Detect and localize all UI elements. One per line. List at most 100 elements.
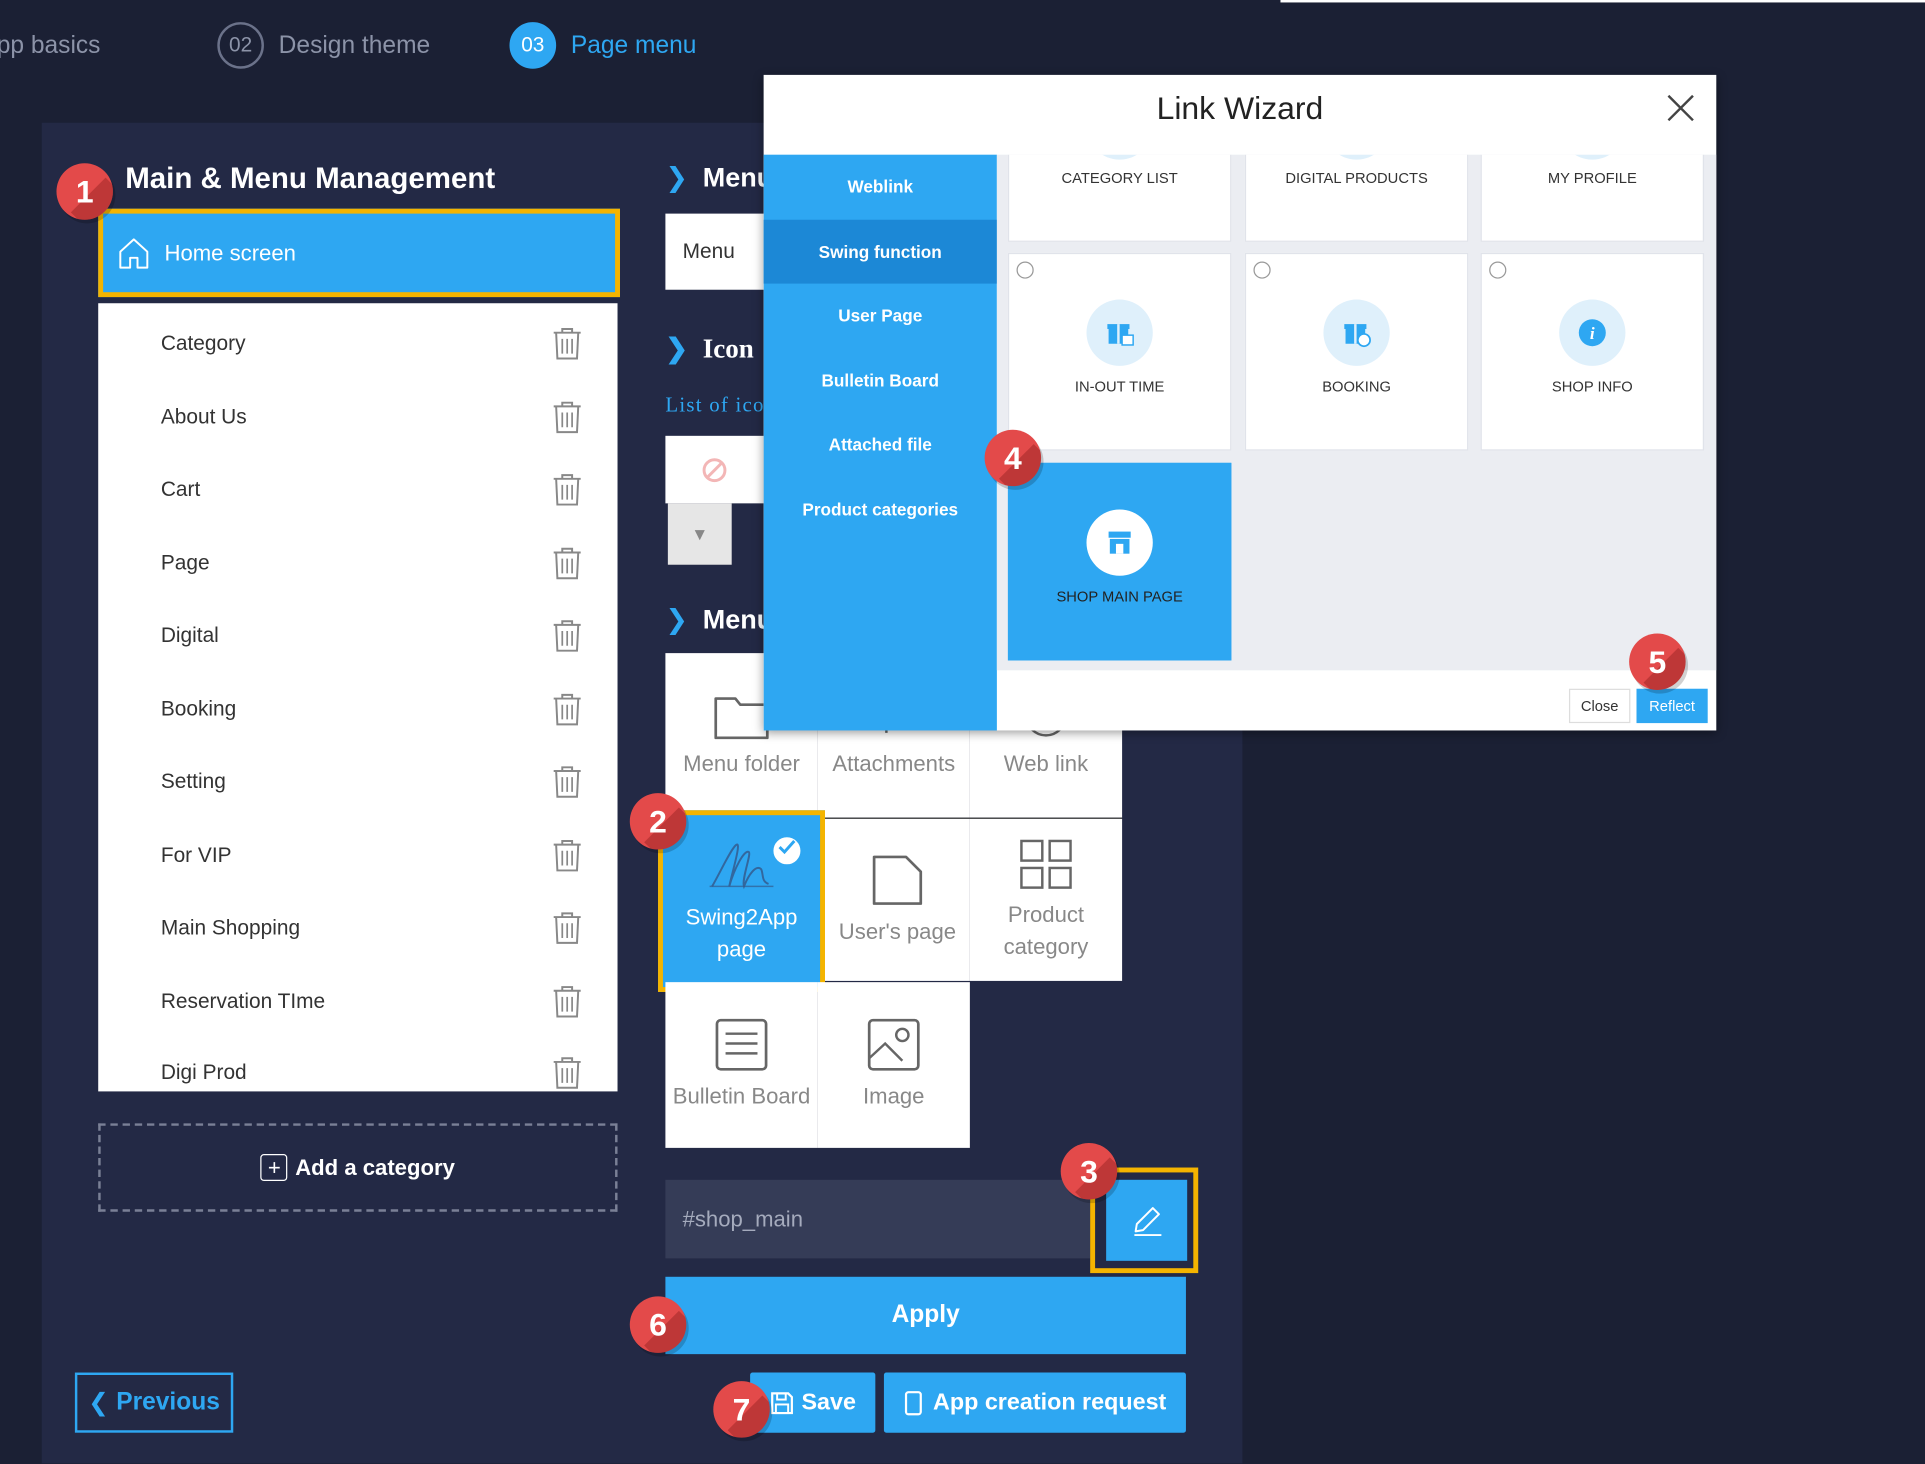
trash-icon[interactable] bbox=[551, 839, 583, 873]
radio-button[interactable] bbox=[1253, 261, 1271, 279]
card-label: SHOP INFO bbox=[1551, 378, 1633, 396]
trash-icon[interactable] bbox=[551, 546, 583, 580]
tile-label: Menu folder bbox=[683, 751, 800, 776]
card-shop-info[interactable]: i SHOP INFO bbox=[1480, 252, 1705, 451]
menu-management-title: Main & Menu Management bbox=[125, 162, 496, 196]
category-list-item[interactable]: About Us bbox=[98, 393, 617, 442]
category-label: Main Shopping bbox=[160, 915, 301, 940]
wizard-side-item[interactable]: User Page bbox=[764, 284, 997, 348]
home-icon bbox=[119, 238, 149, 269]
modal-close-button[interactable]: Close bbox=[1568, 688, 1631, 724]
wizard-side-item[interactable]: Weblink bbox=[764, 155, 997, 219]
trash-icon[interactable] bbox=[551, 400, 583, 434]
wizard-side-item[interactable]: Product categories bbox=[764, 478, 997, 542]
image-icon bbox=[867, 1019, 920, 1072]
card-shop-main-page[interactable]: SHOP MAIN PAGE bbox=[1007, 462, 1232, 661]
category-list-item[interactable]: Main Shopping bbox=[98, 904, 617, 953]
tile-bulletin-board[interactable]: Bulletin Board bbox=[665, 982, 818, 1148]
previous-button[interactable]: ❮ Previous bbox=[74, 1372, 234, 1433]
tile-label-line2: category bbox=[1003, 934, 1089, 959]
previous-label: Previous bbox=[116, 1388, 220, 1416]
menu-name-input[interactable]: Menu bbox=[665, 213, 776, 290]
category-label: Page bbox=[160, 551, 210, 575]
menu-section-heading: ❯ Menu bbox=[665, 162, 773, 194]
step-page-menu[interactable]: 03 Page menu bbox=[509, 22, 696, 69]
tile-label: User's page bbox=[838, 919, 957, 945]
check-icon bbox=[770, 834, 803, 867]
app-request-label: App creation request bbox=[932, 1389, 1167, 1415]
trash-icon[interactable] bbox=[551, 985, 583, 1019]
home-screen-item[interactable]: Home screen bbox=[98, 208, 620, 298]
page-icon bbox=[872, 855, 923, 905]
tile-label: Web link bbox=[1003, 751, 1089, 776]
trash-icon[interactable] bbox=[551, 1056, 583, 1090]
tile-label-line2: page bbox=[716, 936, 767, 962]
category-list-item[interactable]: Reservation TIme bbox=[98, 977, 617, 1026]
category-list-item[interactable]: Setting bbox=[98, 757, 617, 806]
trash-icon[interactable] bbox=[551, 327, 583, 361]
card-label: IN-OUT TIME bbox=[1074, 378, 1165, 396]
tile-product-category[interactable]: Product category bbox=[969, 818, 1123, 981]
no-icon-icon bbox=[702, 457, 727, 482]
step-number: 02 bbox=[217, 22, 264, 69]
phone-icon bbox=[904, 1390, 922, 1415]
top-edge-strip bbox=[1280, 0, 1925, 3]
tile-label: Attachments bbox=[832, 751, 956, 776]
category-list-item[interactable]: For VIP bbox=[98, 831, 617, 880]
tile-image[interactable]: Image bbox=[817, 982, 970, 1148]
radio-button[interactable] bbox=[1489, 261, 1507, 279]
icon-list-label: List of ico bbox=[665, 392, 765, 417]
apply-button[interactable]: Apply bbox=[665, 1276, 1186, 1355]
icon-heading-label: Icon bbox=[702, 332, 754, 364]
add-category-label: Add a category bbox=[295, 1154, 455, 1180]
card-label: BOOKING bbox=[1322, 378, 1391, 396]
card-digital-products[interactable]: DIGITAL PRODUCTS bbox=[1244, 154, 1469, 242]
step-badge-1: 1 bbox=[56, 163, 113, 220]
tile-users-page[interactable]: User's page bbox=[825, 818, 970, 981]
icon-dropdown-toggle[interactable]: ▼ bbox=[667, 503, 732, 565]
wizard-side-item[interactable]: Bulletin Board bbox=[764, 348, 997, 412]
step-number: 03 bbox=[509, 22, 557, 69]
card-my-profile[interactable]: MY PROFILE bbox=[1480, 154, 1705, 242]
chevron-left-icon: ❮ bbox=[88, 1389, 109, 1417]
chevron-right-icon: ❯ bbox=[665, 604, 689, 635]
close-icon[interactable] bbox=[1662, 90, 1699, 127]
category-label: Category bbox=[160, 331, 246, 355]
chevron-right-icon: ❯ bbox=[665, 332, 689, 364]
digital-products-icon bbox=[1323, 154, 1390, 160]
step-app-basics[interactable]: App basics bbox=[0, 22, 100, 69]
trash-icon[interactable] bbox=[551, 765, 583, 799]
radio-button[interactable] bbox=[1016, 261, 1034, 279]
card-category-list[interactable]: CATEGORY LIST bbox=[1007, 154, 1232, 242]
trash-icon[interactable] bbox=[551, 473, 583, 507]
wizard-function-grid: CATEGORY LIST DIGITAL PRODUCTS MY PROFIL… bbox=[996, 154, 1717, 671]
step-badge-3: 3 bbox=[1060, 1142, 1118, 1200]
step-badge-6: 6 bbox=[629, 1296, 687, 1353]
trash-icon[interactable] bbox=[551, 692, 583, 726]
trash-icon[interactable] bbox=[551, 911, 583, 945]
pencil-icon bbox=[1134, 1207, 1162, 1237]
modal-reflect-button[interactable]: Reflect bbox=[1636, 688, 1708, 724]
category-list-item[interactable]: Digi Prod bbox=[98, 1048, 617, 1091]
category-list-item[interactable]: Category bbox=[98, 319, 617, 368]
category-label: Digital bbox=[160, 623, 219, 647]
category-list-item[interactable]: Page bbox=[98, 539, 617, 588]
tile-label: Bulletin Board bbox=[672, 1084, 811, 1110]
wizard-side-item[interactable]: Swing function bbox=[763, 219, 997, 284]
wizard-side-item[interactable]: Attached file bbox=[764, 413, 997, 477]
app-creation-request-button[interactable]: App creation request bbox=[883, 1372, 1186, 1433]
icon-section-heading: ❯ Icon bbox=[665, 333, 753, 365]
card-in-out-time[interactable]: IN-OUT TIME bbox=[1007, 252, 1232, 451]
category-list-item[interactable]: Booking bbox=[98, 685, 617, 734]
category-list-item[interactable]: Digital bbox=[98, 611, 617, 660]
category-label: Reservation TIme bbox=[160, 989, 326, 1013]
card-booking[interactable]: BOOKING bbox=[1244, 252, 1469, 451]
step-label: App basics bbox=[0, 31, 101, 59]
icon-none-option[interactable] bbox=[665, 435, 764, 504]
step-design-theme[interactable]: 02 Design theme bbox=[217, 22, 430, 69]
tile-label-line1: Product bbox=[1007, 902, 1085, 927]
link-value-field[interactable]: #shop_main bbox=[665, 1179, 1091, 1259]
trash-icon[interactable] bbox=[551, 619, 583, 653]
category-list-item[interactable]: Cart bbox=[98, 465, 617, 514]
add-category-button[interactable]: + Add a category bbox=[98, 1123, 618, 1212]
